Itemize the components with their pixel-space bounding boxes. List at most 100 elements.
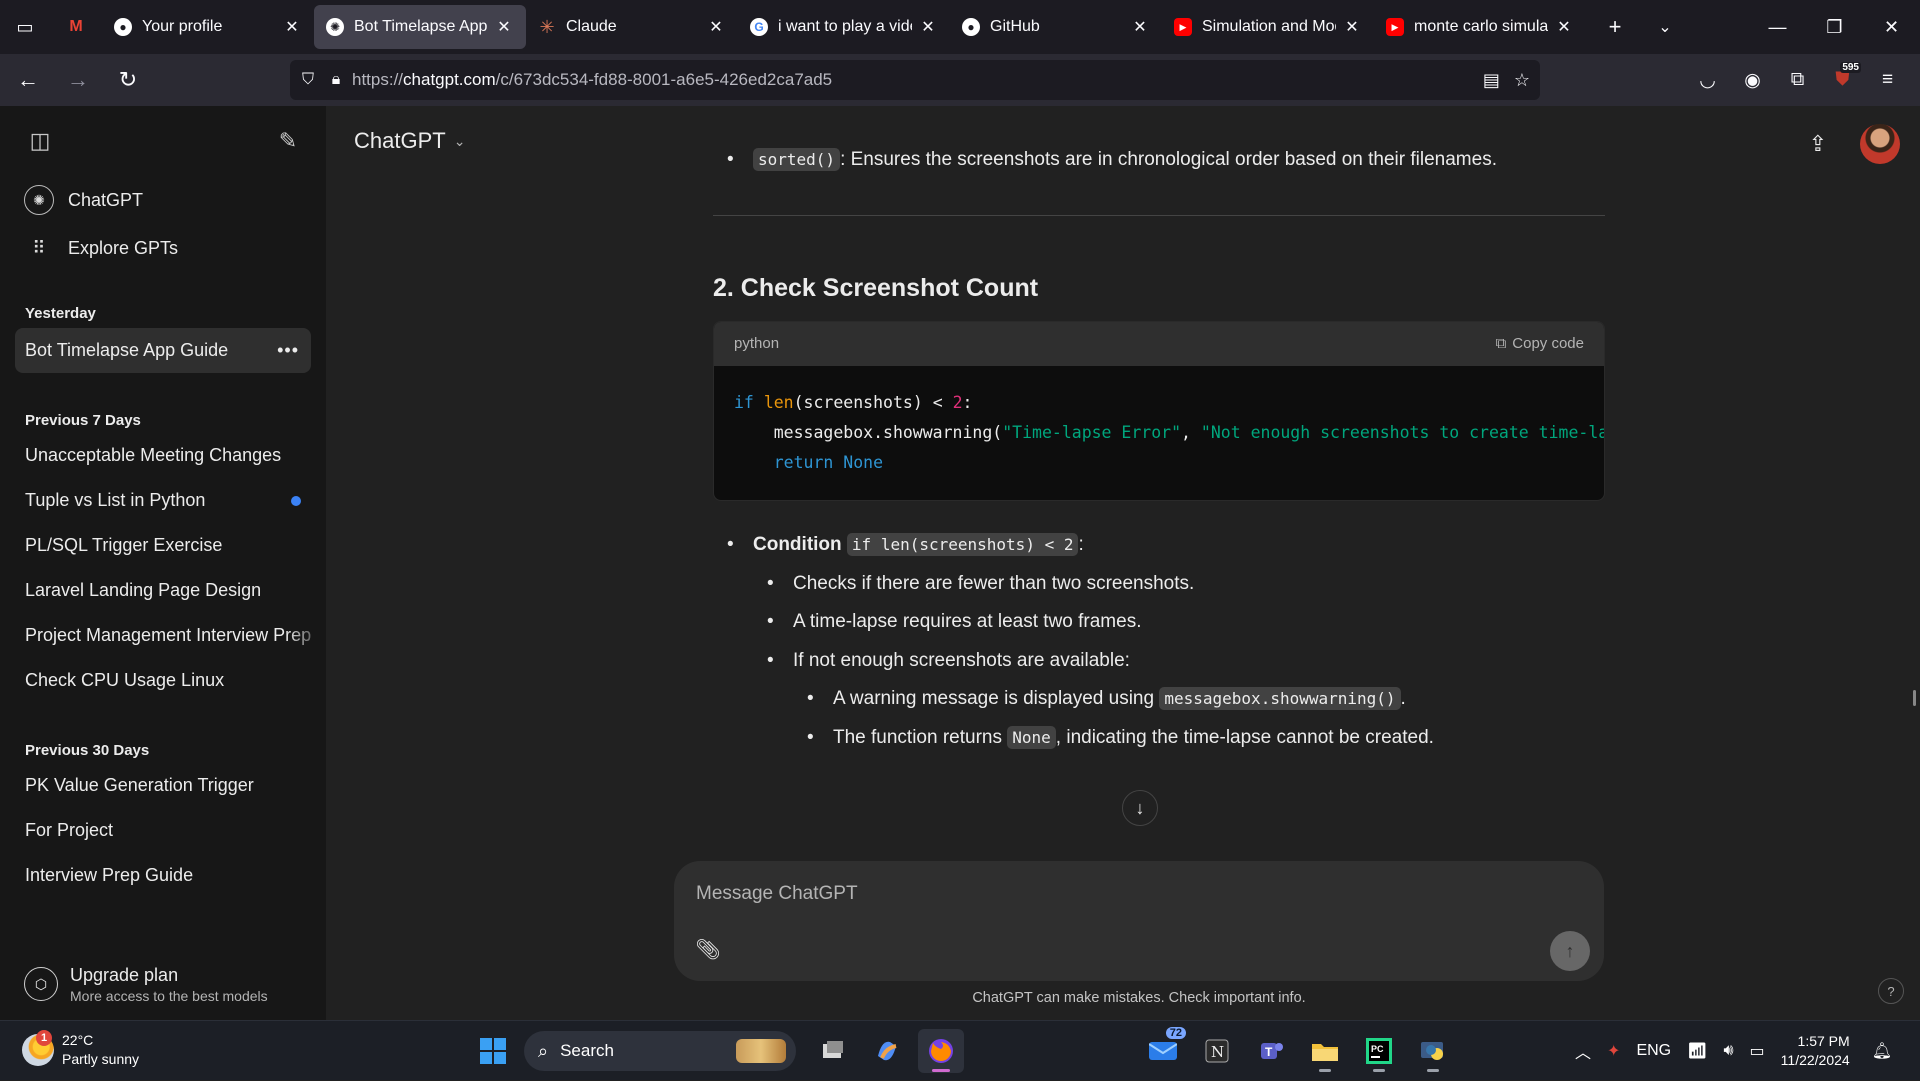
sidebar-toggle-icon[interactable]: ◫ — [24, 125, 56, 157]
svg-text:T: T — [1265, 1045, 1273, 1059]
start-icon[interactable] — [470, 1029, 516, 1073]
conversation-item[interactable]: For Project — [0, 808, 326, 853]
main-chat-area: ChatGPT ⌄ ⇪ sorted(): Ensures the screen… — [326, 106, 1920, 1020]
tab-bot-timelapse[interactable]: ✺ Bot Timelapse App ( ✕ — [314, 5, 526, 49]
teams-icon[interactable]: T — [1248, 1029, 1294, 1073]
list-item: Condition if len(screenshots) < 2: — [713, 531, 1605, 560]
tab-title: Claude — [566, 18, 617, 35]
close-icon[interactable]: ✕ — [1554, 17, 1574, 37]
url-bar[interactable]: ⛉ 🔒︎ https://chatgpt.com/c/673dc534-fd88… — [290, 60, 1540, 100]
sidebar-item-explore-gpts[interactable]: ⠿ Explore GPTs — [0, 224, 326, 272]
condition-label: Condition — [753, 534, 842, 555]
ublock-icon[interactable]: ⛊ 595 — [1820, 60, 1865, 100]
date: 11/22/2024 — [1780, 1052, 1850, 1068]
paperclip-icon[interactable]: 📎︎ — [694, 935, 722, 963]
code-content[interactable]: if len(screenshots) < 2: messagebox.show… — [714, 366, 1604, 500]
conversation-item[interactable]: PK Value Generation Trigger — [0, 763, 326, 808]
notion-icon[interactable]: N — [1194, 1029, 1240, 1073]
copy-code-button[interactable]: ⧉ Copy code — [1496, 333, 1584, 356]
python-app-icon[interactable] — [1410, 1029, 1456, 1073]
message-input[interactable]: Message ChatGPT — [696, 883, 858, 905]
account-icon[interactable]: ◉ — [1730, 60, 1775, 100]
send-button[interactable]: ↑ — [1550, 931, 1590, 971]
copilot-icon[interactable] — [864, 1029, 910, 1073]
task-view-icon[interactable] — [810, 1029, 856, 1073]
new-chat-icon[interactable]: ✎ — [272, 125, 304, 157]
mail-icon[interactable]: 72 — [1140, 1027, 1186, 1073]
conversation-title: Project Management Interview Prep — [25, 625, 312, 645]
close-icon[interactable]: ✕ — [1342, 17, 1362, 37]
volume-icon[interactable]: 🔊︎ — [1723, 1042, 1733, 1060]
conversation-item[interactable]: Check CPU Usage Linux — [0, 658, 326, 703]
tab-google-search[interactable]: G i want to play a vide ✕ — [738, 5, 950, 49]
close-icon[interactable]: ✕ — [282, 17, 302, 37]
firefox-icon[interactable] — [918, 1029, 964, 1073]
arrow-up-icon: ↑ — [1565, 940, 1575, 961]
shield-icon[interactable]: ⛉ — [290, 71, 326, 89]
pycharm-icon[interactable]: PC — [1356, 1029, 1402, 1073]
bookmark-star-icon[interactable]: ☆ — [1514, 70, 1530, 91]
pocket-icon[interactable]: ◡ — [1685, 60, 1730, 100]
reader-view-icon[interactable]: ▤ — [1483, 70, 1500, 91]
avatar[interactable] — [1860, 124, 1900, 164]
back-icon[interactable]: ← — [6, 60, 50, 100]
mail-badge: 72 — [1165, 1027, 1186, 1039]
battery-icon[interactable]: ▭ — [1750, 1041, 1765, 1061]
language-indicator[interactable]: ENG — [1636, 1042, 1671, 1060]
close-icon[interactable]: ✕ — [1130, 17, 1150, 37]
svg-text:N: N — [1211, 1043, 1224, 1061]
tab-monte-carlo[interactable]: ▶ monte carlo simulati ✕ — [1374, 5, 1586, 49]
section-previous-7-days: Previous 7 Days — [25, 412, 141, 429]
reload-icon[interactable]: ↻ — [106, 60, 150, 100]
scrollbar[interactable] — [1913, 690, 1916, 706]
dropbox-icon[interactable]: ✦ — [1607, 1041, 1620, 1061]
weather-widget[interactable]: 1 22°C Partly sunny — [22, 1030, 139, 1069]
sidebar-item-label: ChatGPT — [68, 189, 144, 210]
conversation-item[interactable]: Interview Prep Guide — [0, 853, 326, 898]
taskbar-search[interactable]: ⌕ Search — [524, 1031, 796, 1071]
menu-icon[interactable]: ≡ — [1865, 60, 1910, 100]
conversation-item[interactable]: Laravel Landing Page Design — [0, 568, 326, 613]
url-text[interactable]: https://chatgpt.com/c/673dc534-fd88-8001… — [352, 70, 832, 90]
more-options-icon[interactable]: ••• — [277, 340, 299, 361]
conversation-title: PK Value Generation Trigger — [25, 775, 254, 795]
help-icon[interactable]: ? — [1878, 978, 1904, 1004]
notifications-icon[interactable]: 🔔︎ — [1872, 1041, 1892, 1061]
tab-github[interactable]: ● GitHub ✕ — [950, 5, 1162, 49]
extensions-icon[interactable]: ⧉ — [1775, 60, 1820, 100]
conversation-item[interactable]: PL/SQL Trigger Exercise — [0, 523, 326, 568]
wifi-icon[interactable]: 📶︎ — [1687, 1041, 1707, 1061]
message-composer[interactable]: Message ChatGPT 📎︎ ↑ — [674, 861, 1604, 981]
restore-icon[interactable]: ❐ — [1806, 0, 1863, 54]
model-label: ChatGPT — [354, 128, 446, 153]
close-icon[interactable]: ✕ — [706, 17, 726, 37]
chevron-down-icon[interactable]: ⌄ — [1640, 0, 1690, 54]
divider — [713, 214, 1605, 216]
conversation-item[interactable]: Tuple vs List in Python — [0, 478, 326, 523]
model-selector[interactable]: ChatGPT ⌄ — [354, 128, 465, 154]
new-tab-icon[interactable]: + — [1590, 0, 1640, 54]
upgrade-plan-button[interactable]: ⬡ Upgrade plan More access to the best m… — [0, 948, 326, 1020]
conversation-item[interactable]: Bot Timelapse App Guide ••• — [15, 328, 311, 373]
inline-code: if len(screenshots) < 2 — [846, 533, 1079, 556]
minimize-icon[interactable]: — — [1749, 0, 1806, 54]
close-icon[interactable]: ✕ — [494, 17, 514, 37]
toolbar-right: ◡ ◉ ⧉ ⛊ 595 ≡ — [1685, 54, 1910, 106]
tab-simulation[interactable]: ▶ Simulation and Mod ✕ — [1162, 5, 1374, 49]
tab-claude[interactable]: ✳ Claude ✕ — [526, 5, 738, 49]
close-window-icon[interactable]: ✕ — [1863, 0, 1920, 54]
clock[interactable]: 1:57 PM 11/22/2024 — [1781, 1032, 1850, 1070]
tab-gmail[interactable]: M — [50, 5, 102, 49]
forward-icon[interactable]: → — [56, 60, 100, 100]
close-icon[interactable]: ✕ — [918, 17, 938, 37]
tab-list-icon[interactable]: ▭ — [0, 0, 50, 54]
share-icon[interactable]: ⇪ — [1800, 126, 1836, 162]
sidebar-item-chatgpt[interactable]: ✺ ChatGPT — [0, 176, 326, 224]
conversation-item[interactable]: Project Management Interview Prep — [0, 613, 326, 658]
lock-icon[interactable]: 🔒︎ — [326, 71, 346, 89]
file-explorer-icon[interactable] — [1302, 1029, 1348, 1073]
conversation-item[interactable]: Unacceptable Meeting Changes — [0, 433, 326, 478]
scroll-to-bottom-button[interactable]: ↓ — [1122, 790, 1158, 826]
tab-your-profile[interactable]: ● Your profile ✕ — [102, 5, 314, 49]
chevron-up-icon[interactable]: ︿ — [1575, 1039, 1591, 1063]
